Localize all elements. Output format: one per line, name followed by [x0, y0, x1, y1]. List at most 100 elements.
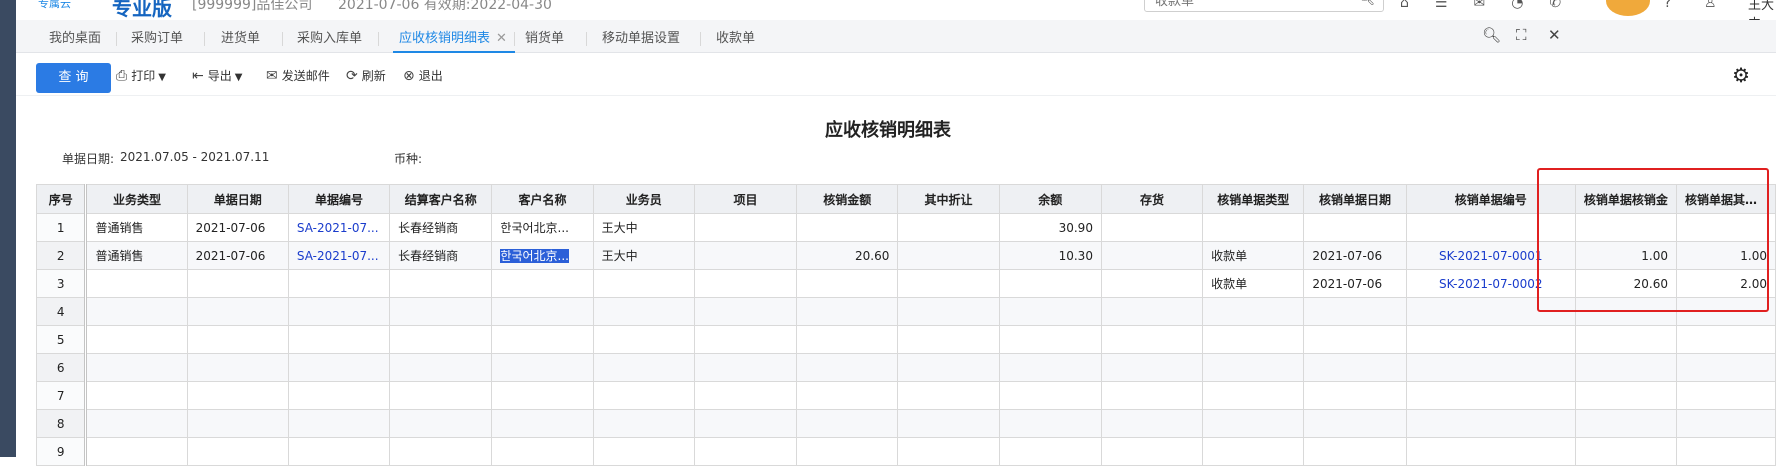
refresh-button[interactable]: ⟳ 刷新: [346, 67, 386, 84]
cell-voucher-date[interactable]: [1303, 213, 1407, 242]
send-email-button[interactable]: ✉ 发送邮件: [266, 67, 330, 84]
cell-discount[interactable]: [897, 269, 1000, 298]
export-button[interactable]: ⇤ 导出 ▼: [192, 67, 242, 84]
tab-receivable-detail[interactable]: 应收核销明细表 ✕: [393, 20, 515, 53]
tab-desktop[interactable]: 我的桌面: [49, 20, 101, 52]
tab-mobile-settings[interactable]: 移动单据设置: [602, 20, 680, 52]
cell-doc-no-link[interactable]: [287, 269, 391, 298]
table-row[interactable]: 6: [35, 353, 1776, 382]
cell-business-type[interactable]: [85, 269, 188, 298]
cell-voucher-discount[interactable]: [1675, 213, 1776, 242]
company-name[interactable]: [999999]品佳公司: [192, 0, 312, 14]
cell-voucher-type[interactable]: 收款单: [1202, 241, 1305, 270]
column-header[interactable]: 核销单据其中折: [1675, 184, 1776, 214]
cell-amount[interactable]: 20.60: [796, 241, 899, 270]
table-row[interactable]: 7: [35, 381, 1776, 410]
column-header[interactable]: 业务员: [592, 184, 695, 214]
tab-receipt[interactable]: 收款单: [716, 20, 755, 52]
exit-button[interactable]: ⊗ 退出: [403, 67, 443, 84]
column-header[interactable]: 核销单据类型: [1202, 184, 1305, 214]
cell-voucher-no-link[interactable]: [1405, 213, 1576, 242]
column-header[interactable]: 核销单据编号: [1405, 184, 1576, 214]
cell-discount[interactable]: [897, 213, 1000, 242]
current-user[interactable]: 王大中: [1748, 0, 1776, 20]
message-icon[interactable]: ✉: [1473, 0, 1485, 15]
table-row[interactable]: 2 普通销售 2021-07-06 SA-2021-07... 长春经销商 한국…: [35, 241, 1776, 270]
cell-amount[interactable]: [796, 269, 899, 298]
tab-stock-in[interactable]: 进货单: [221, 20, 260, 52]
cell-project[interactable]: [693, 269, 798, 298]
cell-staff[interactable]: 王大中: [592, 241, 695, 270]
mascot-avatar[interactable]: [1606, 0, 1650, 16]
cell-voucher-type[interactable]: 收款单: [1202, 269, 1305, 298]
cell-voucher-date[interactable]: 2021-07-06: [1303, 241, 1407, 270]
table-row[interactable]: 9: [35, 437, 1776, 466]
gear-icon[interactable]: ⚙: [1732, 63, 1750, 87]
column-header[interactable]: 单据编号: [287, 184, 391, 214]
cell-stock[interactable]: [1100, 241, 1204, 270]
global-search-input[interactable]: [1145, 0, 1365, 11]
cell-customer[interactable]: [491, 269, 594, 298]
cell-voucher-no-link[interactable]: SK-2021-07-0002: [1405, 269, 1576, 298]
cell-settle-customer[interactable]: 长春经销商: [389, 241, 493, 270]
column-header[interactable]: 结算客户名称: [389, 184, 493, 214]
cell-voucher-date[interactable]: 2021-07-06: [1303, 269, 1407, 298]
tab-sales[interactable]: 销货单: [525, 20, 564, 52]
column-header[interactable]: 余额: [998, 184, 1102, 214]
cell-stock[interactable]: [1100, 269, 1204, 298]
cell-doc-no-link[interactable]: SA-2021-07...: [287, 213, 391, 242]
cell-settle-customer[interactable]: 长春经销商: [389, 213, 493, 242]
table-row[interactable]: 3 收款单 2021-07-06 SK-2021-07-0002 20.60 2…: [35, 269, 1776, 298]
user-icon[interactable]: ♙: [1704, 0, 1717, 11]
cell-business-type[interactable]: 普通销售: [85, 213, 188, 242]
cell-staff[interactable]: [592, 269, 695, 298]
cell-staff[interactable]: 王大中: [592, 213, 695, 242]
column-header[interactable]: 其中折让: [897, 184, 1000, 214]
column-header[interactable]: 序号: [35, 184, 88, 214]
home-icon[interactable]: ⌂: [1400, 0, 1409, 15]
search-icon[interactable]: 🔍︎: [1482, 26, 1501, 44]
cell-voucher-amount[interactable]: [1574, 213, 1677, 242]
print-button[interactable]: ⎙ 打印 ▼: [116, 67, 166, 84]
column-header[interactable]: 业务类型: [85, 184, 188, 214]
table-row[interactable]: 5: [35, 325, 1776, 354]
cell-voucher-amount[interactable]: 1.00: [1574, 241, 1677, 270]
cell-date[interactable]: 2021-07-06: [186, 241, 289, 270]
cell-settle-customer[interactable]: [389, 269, 493, 298]
cell-voucher-type[interactable]: [1202, 213, 1305, 242]
list-icon[interactable]: ☰: [1435, 0, 1448, 15]
tab-purchase-order[interactable]: 采购订单: [131, 20, 183, 52]
cell-voucher-amount[interactable]: 20.60: [1574, 269, 1677, 298]
global-search[interactable]: 🔍︎: [1144, 0, 1384, 12]
column-header[interactable]: 核销金额: [796, 184, 899, 214]
cell-balance[interactable]: 30.90: [998, 213, 1102, 242]
query-button[interactable]: 查 询: [36, 63, 111, 93]
phone-icon[interactable]: ✆: [1549, 0, 1561, 15]
cell-date[interactable]: 2021-07-06: [186, 213, 289, 242]
column-header[interactable]: 核销单据核销金: [1574, 184, 1677, 214]
bell-icon[interactable]: ◔: [1511, 0, 1523, 15]
column-header[interactable]: 核销单据日期: [1303, 184, 1407, 214]
table-row[interactable]: 8: [35, 409, 1776, 438]
column-header[interactable]: 存货: [1100, 184, 1204, 214]
cell-discount[interactable]: [897, 241, 1000, 270]
cell-customer[interactable]: 한국어北京...: [491, 213, 594, 242]
cell-voucher-discount[interactable]: 2.00: [1675, 269, 1776, 298]
table-row[interactable]: 4: [35, 297, 1776, 326]
fullscreen-icon[interactable]: ⛶: [1516, 26, 1527, 44]
cell-doc-no-link[interactable]: SA-2021-07...: [287, 241, 391, 270]
table-row[interactable]: 1 普通销售 2021-07-06 SA-2021-07... 长春经销商 한국…: [35, 213, 1776, 242]
column-header[interactable]: 客户名称: [491, 184, 594, 214]
tab-purchase-receipt[interactable]: 采购入库单: [297, 20, 362, 52]
cell-voucher-no-link[interactable]: SK-2021-07-0001: [1405, 241, 1576, 270]
cell-amount[interactable]: [796, 213, 899, 242]
column-header[interactable]: 单据日期: [186, 184, 289, 214]
column-header[interactable]: 项目: [693, 184, 798, 214]
cell-project[interactable]: [693, 241, 798, 270]
cell-date[interactable]: [186, 269, 289, 298]
cell-voucher-discount[interactable]: 1.00: [1675, 241, 1776, 270]
cell-stock[interactable]: [1100, 213, 1204, 242]
cell-project[interactable]: [693, 213, 798, 242]
cell-balance[interactable]: 10.30: [998, 241, 1102, 270]
cell-balance[interactable]: [998, 269, 1102, 298]
